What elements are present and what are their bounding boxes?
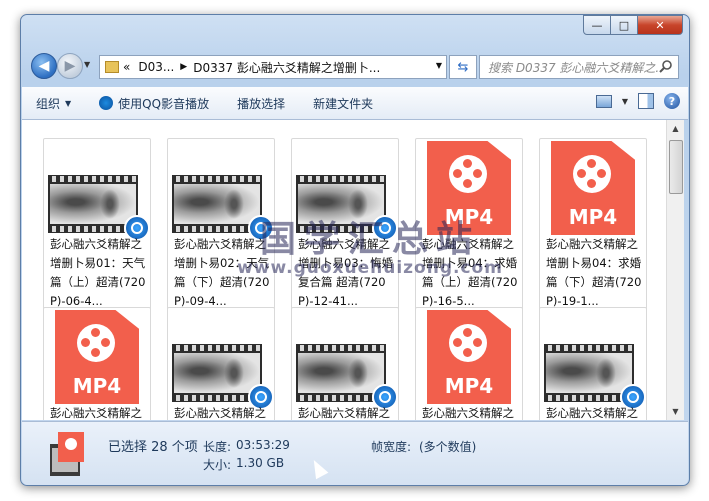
explorer-window: — □ ✕ ◀ ▶ ▼ « D03... ▶ D0337 彭心融六爻精解之增删卜… — [20, 14, 690, 486]
file-name: 彭心融六爻精解之增删卜易02：天气篇（下）超清(720P)-09-4... — [174, 237, 270, 308]
mp4-file-icon: MP4 — [416, 308, 522, 408]
file-item[interactable]: 彭心融六爻精解之增删卜易09： — [539, 307, 647, 420]
length-value: 03:53:29 — [236, 438, 290, 452]
navigation-bar: ◀ ▶ ▼ « D03... ▶ D0337 彭心融六爻精解之增删卜... ▼ … — [29, 51, 681, 81]
file-name: 彭心融六爻精解之增删卜易01：天气篇（上）超清(720P)-06-4... — [50, 237, 146, 308]
mp4-file-icon: MP4 — [540, 139, 646, 239]
organize-menu[interactable]: 组织 ▼ — [36, 95, 71, 112]
file-list: 彭心融六爻精解之增删卜易01：天气篇（上）超清(720P)-06-4... 彭心融… — [22, 120, 666, 420]
video-thumbnail — [168, 308, 274, 410]
refresh-button[interactable]: ⇆ — [449, 55, 477, 79]
file-item[interactable]: MP4 彭心融六爻精解之增删卜易04：求婚篇（下）超清(720P)-19-1... — [539, 138, 647, 310]
new-folder-label: 新建文件夹 — [313, 96, 374, 111]
size-label: 大小: — [203, 458, 232, 472]
qq-player-icon — [99, 96, 114, 110]
file-name: 彭心融六爻精解之增删卜易07： — [298, 406, 390, 420]
file-name: 彭心融六爻精解之增删卜易05： — [50, 406, 142, 420]
file-name: 彭心融六爻精解之增删卜易06： — [174, 406, 266, 420]
film-reel-icon — [77, 324, 115, 362]
mp4-label: MP4 — [444, 374, 494, 398]
search-input[interactable]: 搜索 D0337 彭心融六爻精解之... — [479, 55, 679, 79]
mp4-file-icon: MP4 — [44, 308, 150, 408]
search-placeholder: 搜索 D0337 彭心融六爻精解之... — [488, 60, 660, 75]
caption-buttons: — □ ✕ — [583, 15, 683, 35]
video-thumbnail — [168, 139, 274, 241]
back-button[interactable]: ◀ — [31, 53, 57, 79]
video-thumbnail — [540, 308, 646, 410]
file-name: 彭心融六爻精解之增删卜易04：求婚篇（上）超清(720P)-16-5... — [422, 237, 518, 308]
scroll-up-icon[interactable]: ▲ — [667, 120, 684, 137]
file-item[interactable]: 彭心融六爻精解之增删卜易07： — [291, 307, 399, 420]
chevron-down-icon: ▼ — [65, 98, 72, 108]
frame-width-label: 帧宽度: — [371, 440, 412, 454]
slideshow-label: 播放选择 — [237, 96, 286, 111]
chevron-right-icon[interactable]: ▶ — [180, 62, 187, 72]
file-item[interactable]: MP4 彭心融六爻精解之增删卜易04：求婚篇（上）超清(720P)-16-5... — [415, 138, 523, 310]
breadcrumb-item[interactable]: D03... — [138, 60, 174, 74]
details-pane: 已选择 28 个项 长度: 03:53:29 大小: 1.30 GB 帧宽度: … — [22, 421, 688, 485]
chevron-down-icon[interactable]: ▼ — [436, 61, 442, 70]
search-icon — [659, 60, 672, 73]
slideshow-button[interactable]: 播放选择 — [237, 95, 285, 112]
help-icon[interactable]: ? — [664, 93, 680, 109]
selected-files-icon — [50, 432, 84, 476]
mp4-label: MP4 — [72, 374, 122, 398]
view-options-icon[interactable] — [595, 94, 612, 108]
file-item[interactable]: MP4 彭心融六爻精解之增删卜易05： — [43, 307, 151, 420]
maximize-button[interactable]: □ — [611, 15, 638, 35]
file-name: 彭心融六爻精解之增删卜易08： — [422, 406, 514, 420]
folder-icon — [105, 61, 119, 73]
breadcrumb-overflow[interactable]: « — [123, 60, 130, 74]
toolbar-right: ▼ ? — [595, 93, 680, 109]
mp4-file-icon: MP4 — [416, 139, 522, 239]
forward-button[interactable]: ▶ — [57, 53, 83, 79]
file-item[interactable]: 彭心融六爻精解之增删卜易03：悔婚复合篇 超清(720P)-12-41... — [291, 138, 399, 310]
file-name: 彭心融六爻精解之增删卜易04：求婚篇（下）超清(720P)-19-1... — [546, 237, 642, 308]
film-reel-icon — [449, 324, 487, 362]
file-item[interactable]: 彭心融六爻精解之增删卜易01：天气篇（上）超清(720P)-06-4... — [43, 138, 151, 310]
new-folder-button[interactable]: 新建文件夹 — [313, 95, 373, 112]
size-value: 1.30 GB — [236, 456, 285, 470]
file-item[interactable]: 彭心融六爻精解之增删卜易02：天气篇（下）超清(720P)-09-4... — [167, 138, 275, 310]
selected-count: 已选择 28 个项 — [108, 440, 198, 455]
file-name: 彭心融六爻精解之增删卜易09： — [546, 406, 638, 420]
length-label: 长度: — [203, 440, 232, 454]
close-button[interactable]: ✕ — [638, 15, 683, 35]
video-thumbnail — [44, 139, 150, 241]
video-thumbnail — [292, 139, 398, 241]
address-bar[interactable]: « D03... ▶ D0337 彭心融六爻精解之增删卜... ▼ — [99, 55, 447, 79]
recent-pages-dropdown-icon[interactable]: ▼ — [84, 60, 90, 69]
file-name: 彭心融六爻精解之增删卜易03：悔婚复合篇 超清(720P)-12-41... — [298, 237, 394, 308]
scroll-down-icon[interactable]: ▼ — [667, 403, 684, 420]
chevron-down-icon[interactable]: ▼ — [622, 97, 628, 106]
file-item[interactable]: MP4 彭心融六爻精解之增删卜易08： — [415, 307, 523, 420]
mp4-label: MP4 — [444, 205, 494, 229]
frame-width-value: (多个数值) — [419, 440, 477, 454]
vertical-scrollbar[interactable]: ▲ ▼ — [666, 120, 684, 420]
preview-pane-icon[interactable] — [638, 93, 654, 109]
film-reel-icon — [573, 155, 611, 193]
refresh-icon: ⇆ — [457, 59, 469, 75]
file-item[interactable]: 彭心融六爻精解之增删卜易06： — [167, 307, 275, 420]
command-bar: 组织 ▼ 使用QQ影音播放 播放选择 新建文件夹 ▼ ? — [22, 87, 688, 120]
breadcrumb-current[interactable]: D0337 彭心融六爻精解之增删卜... — [193, 59, 380, 76]
film-reel-icon — [449, 155, 487, 193]
minimize-button[interactable]: — — [583, 15, 611, 35]
organize-label: 组织 — [36, 96, 61, 111]
scrollbar-thumb[interactable] — [669, 140, 683, 194]
qq-play-label: 使用QQ影音播放 — [118, 96, 210, 111]
mp4-label: MP4 — [568, 205, 618, 229]
qq-play-button[interactable]: 使用QQ影音播放 — [99, 95, 209, 112]
video-thumbnail — [292, 308, 398, 410]
